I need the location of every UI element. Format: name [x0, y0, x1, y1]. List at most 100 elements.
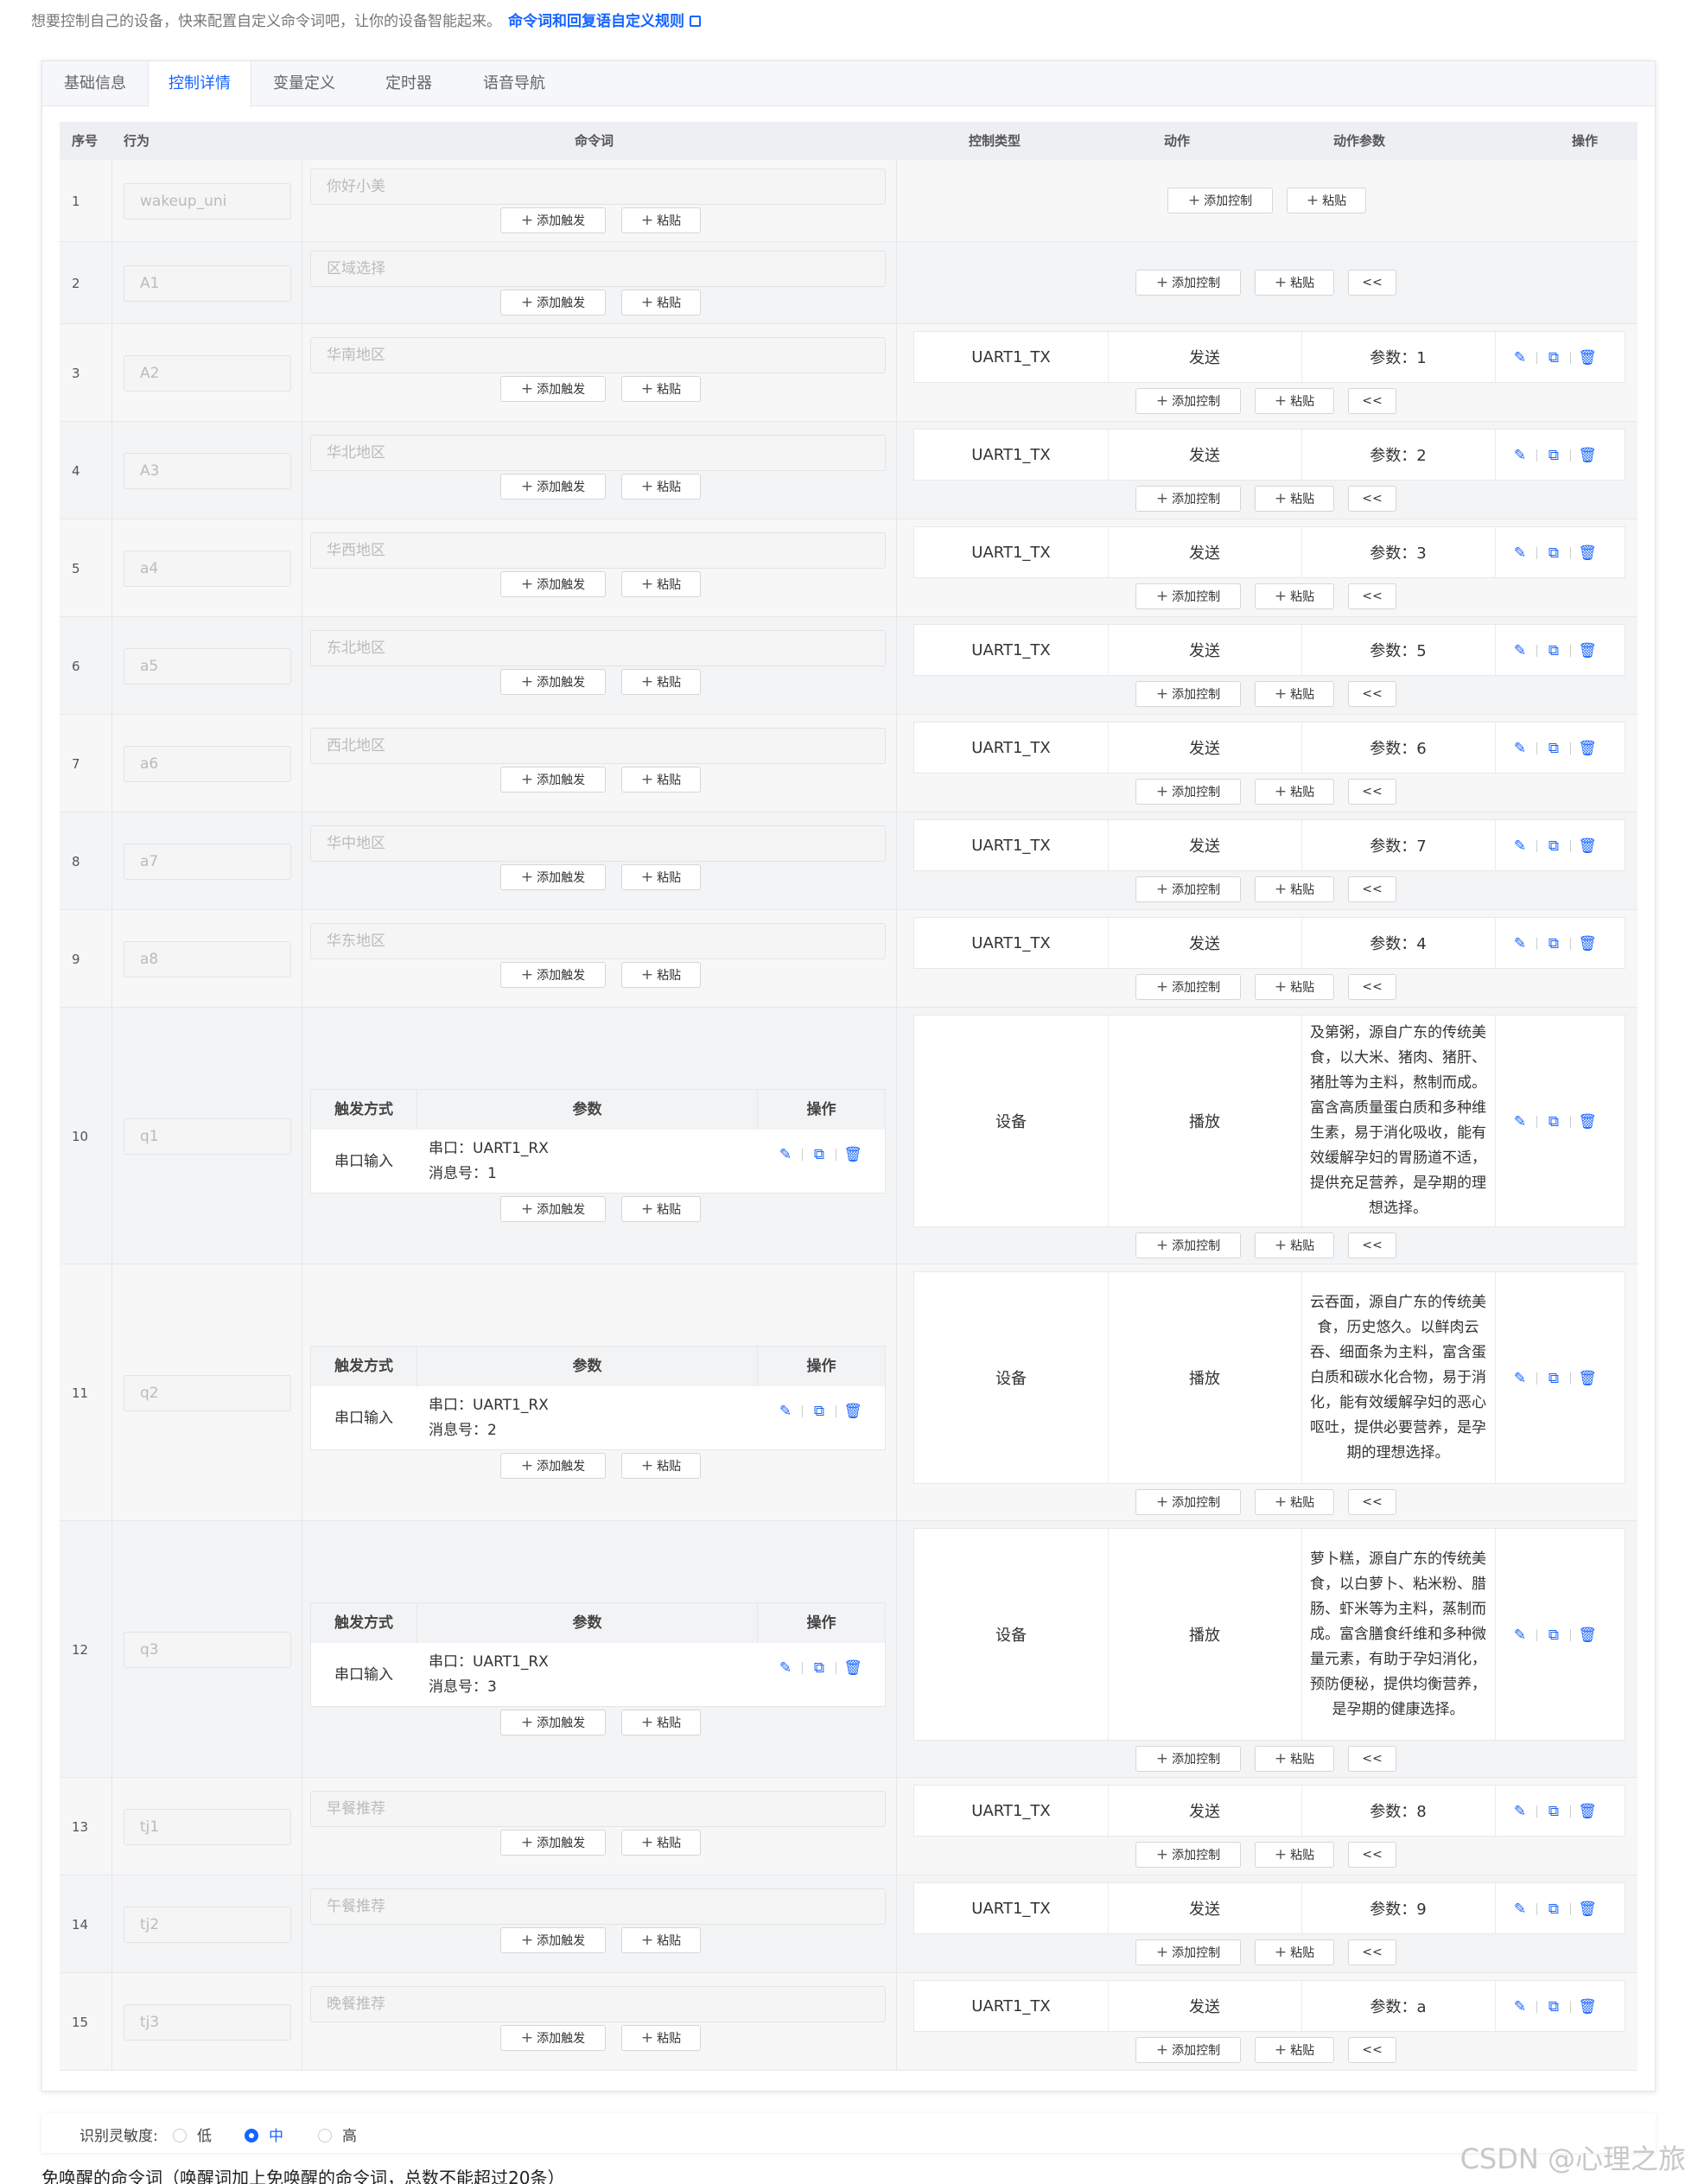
add-control-button[interactable]: + 添加控制 [1135, 486, 1241, 512]
copy-icon[interactable]: ⧉ [1544, 1626, 1563, 1645]
delete-icon[interactable]: 🗑 [1578, 446, 1597, 465]
copy-icon[interactable]: ⧉ [1544, 739, 1563, 758]
radio-high-icon[interactable] [318, 2129, 332, 2143]
rules-link[interactable]: 命令词和回复语自定义规则 [508, 13, 684, 30]
delete-icon[interactable]: 🗑 [1578, 837, 1597, 856]
edit-icon[interactable]: ✎ [1510, 641, 1529, 660]
add-control-button[interactable]: + 添加控制 [1135, 1842, 1241, 1868]
edit-icon[interactable]: ✎ [1510, 1997, 1529, 2016]
paste-control-button[interactable]: + 粘贴 [1255, 583, 1334, 609]
add-control-button[interactable]: + 添加控制 [1135, 1746, 1241, 1772]
command-input[interactable]: 华南地区 [310, 337, 886, 373]
collapse-button[interactable]: << [1348, 1939, 1396, 1965]
paste-control-button[interactable]: + 粘贴 [1255, 270, 1334, 296]
collapse-button[interactable]: << [1348, 486, 1396, 512]
paste-control-button[interactable]: + 粘贴 [1255, 1939, 1334, 1965]
collapse-button[interactable]: << [1348, 2037, 1396, 2063]
paste-trigger-button[interactable]: + 粘贴 [621, 2025, 701, 2051]
copy-icon[interactable]: ⧉ [810, 1659, 829, 1678]
paste-control-button[interactable]: + 粘贴 [1255, 388, 1334, 414]
add-trigger-button[interactable]: + 添加触发 [500, 290, 606, 315]
collapse-button[interactable]: << [1348, 1746, 1396, 1772]
command-input[interactable]: 早餐推荐 [310, 1791, 886, 1827]
copy-icon[interactable]: ⧉ [1544, 1369, 1563, 1388]
collapse-button[interactable]: << [1348, 779, 1396, 805]
add-trigger-button[interactable]: + 添加触发 [500, 474, 606, 500]
command-input[interactable]: 华西地区 [310, 532, 886, 569]
edit-icon[interactable]: ✎ [776, 1402, 795, 1421]
behavior-input[interactable]: q3 [124, 1631, 291, 1668]
copy-icon[interactable]: ⧉ [810, 1145, 829, 1164]
collapse-button[interactable]: << [1348, 681, 1396, 707]
collapse-button[interactable]: << [1348, 270, 1396, 296]
delete-icon[interactable]: 🗑 [1578, 1997, 1597, 2016]
paste-trigger-button[interactable]: + 粘贴 [621, 669, 701, 695]
sensitivity-low[interactable]: 低 [173, 2124, 212, 2145]
copy-icon[interactable]: ⧉ [1544, 1900, 1563, 1919]
copy-icon[interactable]: ⧉ [1544, 348, 1563, 367]
copy-icon[interactable]: ⧉ [1544, 544, 1563, 563]
collapse-button[interactable]: << [1348, 974, 1396, 1000]
command-input[interactable]: 东北地区 [310, 630, 886, 666]
paste-trigger-button[interactable]: + 粘贴 [621, 290, 701, 315]
add-control-button[interactable]: + 添加控制 [1135, 681, 1241, 707]
delete-icon[interactable]: 🗑 [1578, 641, 1597, 660]
command-input[interactable]: 华东地区 [310, 923, 886, 959]
add-trigger-button[interactable]: + 添加触发 [500, 571, 606, 597]
add-trigger-button[interactable]: + 添加触发 [500, 1709, 606, 1735]
behavior-input[interactable]: wakeup_uni [124, 182, 291, 220]
edit-icon[interactable]: ✎ [1510, 1369, 1529, 1388]
add-trigger-button[interactable]: + 添加触发 [500, 767, 606, 793]
paste-trigger-button[interactable]: + 粘贴 [621, 962, 701, 988]
delete-icon[interactable]: 🗑 [843, 1659, 862, 1678]
paste-control-button[interactable]: + 粘贴 [1255, 681, 1334, 707]
command-input[interactable]: 午餐推荐 [310, 1888, 886, 1925]
edit-icon[interactable]: ✎ [1510, 739, 1529, 758]
paste-control-button[interactable]: + 粘贴 [1287, 188, 1366, 213]
behavior-input[interactable]: a5 [124, 647, 291, 684]
paste-trigger-button[interactable]: + 粘贴 [621, 767, 701, 793]
command-input[interactable]: 晚餐推荐 [310, 1986, 886, 2022]
add-control-button[interactable]: + 添加控制 [1135, 2037, 1241, 2063]
collapse-button[interactable]: << [1348, 583, 1396, 609]
tab-voice-navigation[interactable]: 语音导航 [461, 61, 568, 106]
add-control-button[interactable]: + 添加控制 [1135, 388, 1241, 414]
paste-trigger-button[interactable]: + 粘贴 [621, 1927, 701, 1953]
add-trigger-button[interactable]: + 添加触发 [500, 2025, 606, 2051]
behavior-input[interactable]: a4 [124, 550, 291, 587]
paste-control-button[interactable]: + 粘贴 [1255, 876, 1334, 902]
delete-icon[interactable]: 🗑 [1578, 934, 1597, 953]
paste-control-button[interactable]: + 粘贴 [1255, 974, 1334, 1000]
command-input[interactable]: 你好小美 [310, 169, 886, 205]
add-control-button[interactable]: + 添加控制 [1135, 583, 1241, 609]
paste-trigger-button[interactable]: + 粘贴 [621, 474, 701, 500]
edit-icon[interactable]: ✎ [1510, 1900, 1529, 1919]
behavior-input[interactable]: q2 [124, 1374, 291, 1411]
behavior-input[interactable]: A1 [124, 264, 291, 302]
copy-icon[interactable]: ⧉ [1544, 934, 1563, 953]
tab-control-details[interactable]: 控制详情 [148, 61, 251, 107]
edit-icon[interactable]: ✎ [776, 1145, 795, 1164]
behavior-input[interactable]: q1 [124, 1117, 291, 1155]
tab-variable-definition[interactable]: 变量定义 [251, 61, 357, 106]
copy-icon[interactable]: ⧉ [1544, 1997, 1563, 2016]
command-input[interactable]: 华北地区 [310, 435, 886, 471]
copy-icon[interactable]: ⧉ [1544, 446, 1563, 465]
add-trigger-button[interactable]: + 添加触发 [500, 962, 606, 988]
paste-control-button[interactable]: + 粘贴 [1255, 1232, 1334, 1258]
paste-control-button[interactable]: + 粘贴 [1255, 486, 1334, 512]
paste-trigger-button[interactable]: + 粘贴 [621, 1195, 701, 1222]
edit-icon[interactable]: ✎ [1510, 1112, 1529, 1131]
paste-trigger-button[interactable]: + 粘贴 [621, 571, 701, 597]
behavior-input[interactable]: a6 [124, 745, 291, 782]
sensitivity-high[interactable]: 高 [318, 2124, 357, 2145]
copy-icon[interactable]: ⧉ [1544, 641, 1563, 660]
delete-icon[interactable]: 🗑 [1578, 1900, 1597, 1919]
paste-trigger-button[interactable]: + 粘贴 [621, 1709, 701, 1735]
edit-icon[interactable]: ✎ [1510, 544, 1529, 563]
edit-icon[interactable]: ✎ [1510, 934, 1529, 953]
behavior-input[interactable]: tj1 [124, 1808, 291, 1845]
paste-control-button[interactable]: + 粘贴 [1255, 779, 1334, 805]
add-trigger-button[interactable]: + 添加触发 [500, 864, 606, 890]
add-control-button[interactable]: + 添加控制 [1135, 974, 1241, 1000]
